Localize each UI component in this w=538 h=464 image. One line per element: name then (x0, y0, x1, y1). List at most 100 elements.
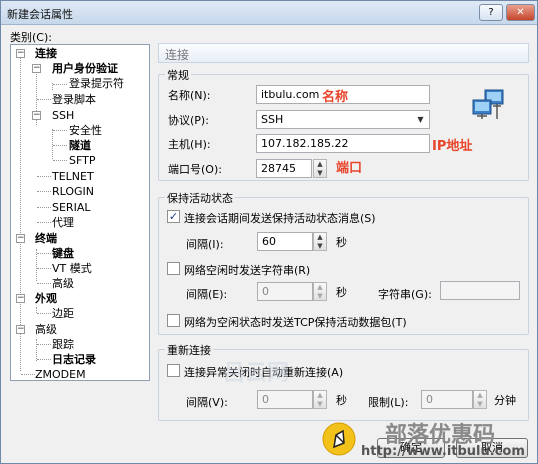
window-title: 新建会话属性 (7, 8, 73, 21)
tree-item-vt-modes[interactable]: VT 模式 (52, 261, 92, 276)
seconds2-label: 秒 (336, 286, 347, 299)
title-bar: 新建会话属性 ? ✕ (1, 1, 537, 25)
category-tree[interactable]: − 连接 − 用户身份验证 登录提示符 登录脚本 − SSH 安全性 隧道 SF… (10, 44, 150, 381)
collapse-icon[interactable]: − (16, 234, 25, 243)
tree-line (37, 268, 51, 269)
limit-stepper[interactable]: ▲ ▼ (473, 390, 487, 409)
limit-input[interactable]: 0 (421, 390, 473, 409)
tree-line (37, 99, 51, 100)
keepalive-label: 连接会话期间发送保持活动状态消息(S) (184, 212, 376, 225)
name-annotation: 名称 (322, 90, 349, 105)
tree-item-authentication[interactable]: 用户身份验证 (52, 61, 118, 76)
tree-item-proxy[interactable]: 代理 (52, 215, 74, 230)
tree-line (37, 222, 51, 223)
auto-reconnect-checkbox[interactable] (167, 364, 180, 377)
tree-line (37, 207, 51, 208)
idle-string-checkbox[interactable] (167, 262, 180, 275)
host-label: 主机(H): (168, 138, 211, 151)
collapse-icon[interactable]: − (32, 64, 41, 73)
pencil-logo-icon (322, 422, 356, 456)
tree-line (37, 176, 51, 177)
tree-line (21, 374, 35, 375)
tree-item-security[interactable]: 安全性 (69, 123, 102, 138)
tree-line (53, 145, 67, 146)
tree-item-login-script[interactable]: 登录脚本 (52, 92, 96, 107)
tree-item-login-prompts[interactable]: 登录提示符 (69, 76, 124, 91)
interval2-stepper[interactable]: ▲ ▼ (313, 282, 327, 301)
tree-item-terminal[interactable]: 终端 (35, 231, 57, 246)
keepalive-checkbox[interactable]: ✓ (167, 210, 180, 223)
tree-line (53, 160, 67, 161)
tree-item-connection[interactable]: 连接 (35, 46, 57, 61)
name-label: 名称(N): (168, 89, 211, 102)
tree-line (37, 253, 51, 254)
tree-line (36, 339, 37, 361)
protocol-label: 协议(P): (168, 114, 209, 127)
tree-line (37, 191, 51, 192)
category-label: 类别(C): (10, 31, 52, 44)
tree-item-telnet[interactable]: TELNET (52, 169, 94, 184)
tree-line (53, 130, 67, 131)
collapse-icon[interactable]: − (16, 49, 25, 58)
tree-item-sftp[interactable]: SFTP (69, 153, 95, 168)
interval-input[interactable]: 60 (257, 232, 313, 251)
limit-label: 限制(L): (368, 396, 409, 409)
tree-item-margins[interactable]: 边距 (52, 306, 74, 321)
network-computers-icon (472, 89, 504, 119)
interval-stepper[interactable]: ▲ ▼ (313, 232, 327, 251)
tcp-keepalive-checkbox[interactable] (167, 314, 180, 327)
tree-item-advanced[interactable]: 高级 (35, 322, 57, 337)
port-stepper[interactable]: ▲ ▼ (313, 159, 327, 178)
close-button[interactable]: ✕ (506, 4, 535, 21)
reconnect-group-title: 重新连接 (165, 342, 213, 358)
interval2-label: 间隔(E): (186, 288, 228, 301)
tree-item-logging[interactable]: 日志记录 (52, 352, 96, 367)
reconnect-interval-input[interactable]: 0 (257, 390, 313, 409)
port-input[interactable]: 28745 (256, 159, 312, 178)
tree-item-tunnels[interactable]: 隧道 (69, 138, 91, 153)
host-input[interactable]: 107.182.185.22 (256, 134, 430, 153)
tree-item-trace[interactable]: 跟踪 (52, 337, 74, 352)
port-annotation: 端口 (336, 161, 363, 176)
tcp-keepalive-label: 网络为空闲状态时发送TCP保持活动数据包(T) (184, 316, 407, 329)
reconnect-interval-stepper[interactable]: ▲ ▼ (313, 390, 327, 409)
port-label: 端口号(O): (168, 163, 222, 176)
interval-label: 间隔(I): (186, 238, 224, 251)
minutes-label: 分钟 (494, 394, 516, 407)
reconnect-seconds-label: 秒 (336, 394, 347, 407)
watermark-text: 吕云网 (223, 361, 290, 386)
collapse-icon[interactable]: − (16, 325, 25, 334)
tree-line (53, 84, 67, 85)
tree-item-ssh[interactable]: SSH (52, 108, 74, 123)
reconnect-group (158, 349, 529, 421)
string-label: 字符串(G): (378, 288, 432, 301)
dialog-window: 新建会话属性 ? ✕ 类别(C): − 连接 − 用户身份验证 登录提示符 登录… (0, 0, 538, 464)
tree-line (37, 344, 51, 345)
tree-line (52, 129, 53, 159)
tree-line (37, 313, 51, 314)
string-input[interactable] (440, 281, 520, 300)
tree-item-zmodem[interactable]: ZMODEM (35, 367, 86, 380)
ip-annotation: IP地址 (432, 139, 473, 154)
help-button[interactable]: ? (479, 4, 503, 21)
tree-item-keyboard[interactable]: 键盘 (52, 246, 74, 261)
seconds-label: 秒 (336, 236, 347, 249)
tree-line (37, 359, 51, 360)
reconnect-interval-label: 间隔(V): (186, 396, 228, 409)
tree-item-appearance[interactable]: 外观 (35, 291, 57, 306)
collapse-icon[interactable]: − (16, 294, 25, 303)
idle-string-label: 网络空闲时发送字符串(R) (184, 264, 311, 277)
page-title: 连接 (158, 43, 529, 63)
collapse-icon[interactable]: − (32, 111, 41, 120)
chevron-down-icon[interactable]: ▼ (414, 114, 427, 126)
interval2-input[interactable]: 0 (257, 282, 313, 301)
keepalive-group-title: 保持活动状态 (165, 190, 235, 206)
tree-line (37, 283, 51, 284)
protocol-value: SSH (261, 113, 284, 126)
tree-item-serial[interactable]: SERIAL (52, 200, 90, 215)
tree-item-rlogin[interactable]: RLOGIN (52, 184, 94, 199)
tree-item-terminal-advanced[interactable]: 高级 (52, 276, 74, 291)
general-group-title: 常规 (165, 67, 191, 83)
url-watermark: http://www.itbulu.com (361, 444, 525, 459)
protocol-select[interactable]: SSH ▼ (256, 110, 430, 129)
